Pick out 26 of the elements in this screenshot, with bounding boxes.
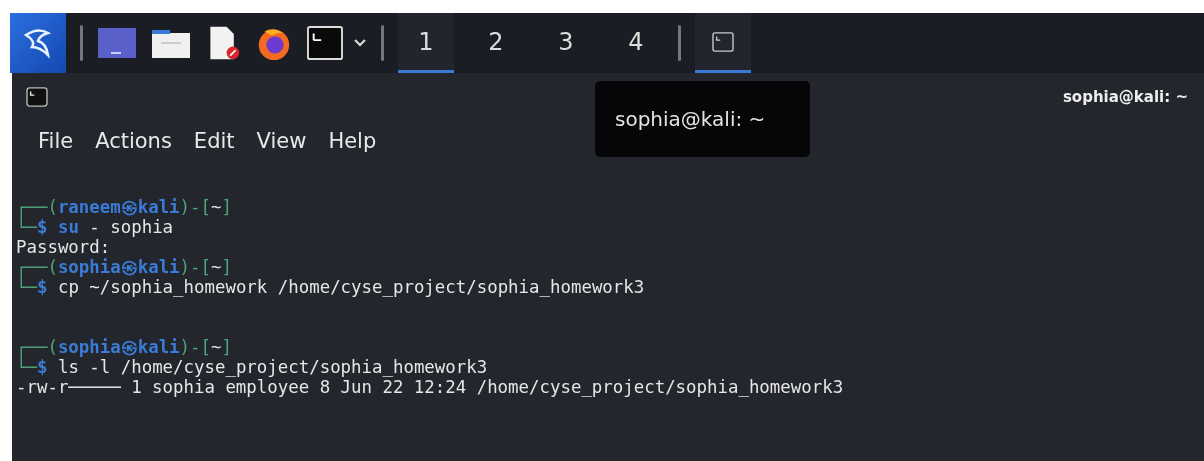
menu-item[interactable]: File xyxy=(38,129,74,153)
terminal-line: └─$ cp ~/sophia_homework /home/cyse_project/sophia_homework3 xyxy=(16,277,645,297)
menu-item[interactable]: Actions xyxy=(95,129,172,153)
terminal-icon xyxy=(712,31,734,52)
tooltip: sophia@kali: ~ xyxy=(595,81,810,157)
terminal-task-button[interactable] xyxy=(695,13,751,73)
menu-item[interactable]: Edit xyxy=(193,129,235,153)
workspace-tab[interactable]: 1 xyxy=(398,13,454,73)
workspace-tab[interactable]: 2 xyxy=(468,13,524,73)
terminal-icon xyxy=(26,87,48,107)
terminal-line: ┌──(raneem㉿kali)-[~] xyxy=(16,197,232,217)
terminal-line: ┌──(sophia㉿kali)-[~] xyxy=(16,257,232,277)
terminal-line: Password: xyxy=(16,237,111,257)
terminal-line: -rw-r───── 1 sophia employee 8 Jun 22 12:24 /home/cyse_project/sophia_homework3 xyxy=(16,377,844,397)
chevron-down-icon[interactable] xyxy=(353,38,367,48)
terminal-line: └─$ ls -l /home/cyse_project/sophia_homework3 xyxy=(16,357,488,377)
workspace-tab[interactable]: 3 xyxy=(538,13,594,73)
menu-item[interactable]: View xyxy=(256,129,307,153)
menu-item[interactable]: Help xyxy=(328,129,377,153)
terminal-icon[interactable] xyxy=(307,26,343,60)
terminal-line: ┌──(sophia㉿kali)-[~] xyxy=(16,337,232,357)
desktop-icon[interactable] xyxy=(97,26,137,60)
window-title: sophia@kali: ~ xyxy=(1062,88,1188,106)
dragon-logo-icon[interactable] xyxy=(10,13,66,73)
workspace-tab[interactable]: 4 xyxy=(608,13,664,73)
terminal-line: └─$ su - sophia xyxy=(16,217,174,237)
